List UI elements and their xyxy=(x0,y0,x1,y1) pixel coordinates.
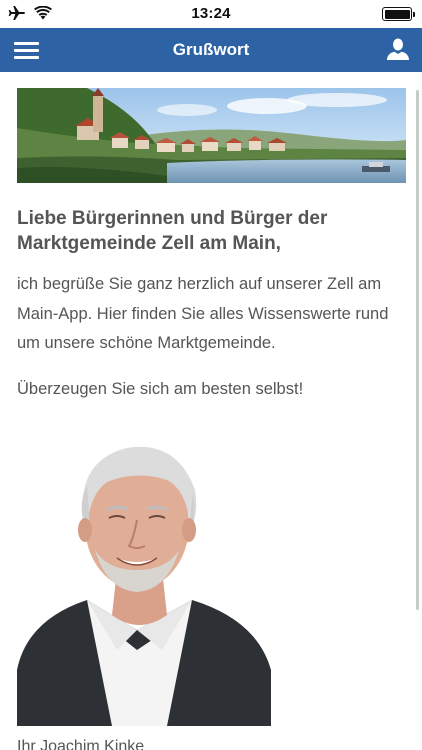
mayor-portrait-image xyxy=(17,420,271,726)
greeting-paragraph: ich begrüße Sie ganz herzlich auf unsere… xyxy=(17,275,389,352)
battery-icon xyxy=(382,7,415,21)
status-bar: 13:24 xyxy=(0,0,422,28)
status-time: 13:24 xyxy=(191,5,231,22)
page-title: Grußwort xyxy=(172,40,250,59)
user-icon[interactable] xyxy=(386,37,410,63)
scrollbar[interactable] xyxy=(416,90,419,610)
greeting-heading: Liebe Bürgerinnen und Bürger der Marktge… xyxy=(17,208,328,254)
signature-text: Ihr Joachim Kinke xyxy=(17,738,145,750)
town-panorama-image xyxy=(17,88,406,183)
content-area[interactable]: Liebe Bürgerinnen und Bürger der Marktge… xyxy=(0,72,422,750)
navigation-bar: Grußwort xyxy=(0,28,422,72)
invitation-paragraph: Überzeugen Sie sich am besten selbst! xyxy=(17,380,304,398)
